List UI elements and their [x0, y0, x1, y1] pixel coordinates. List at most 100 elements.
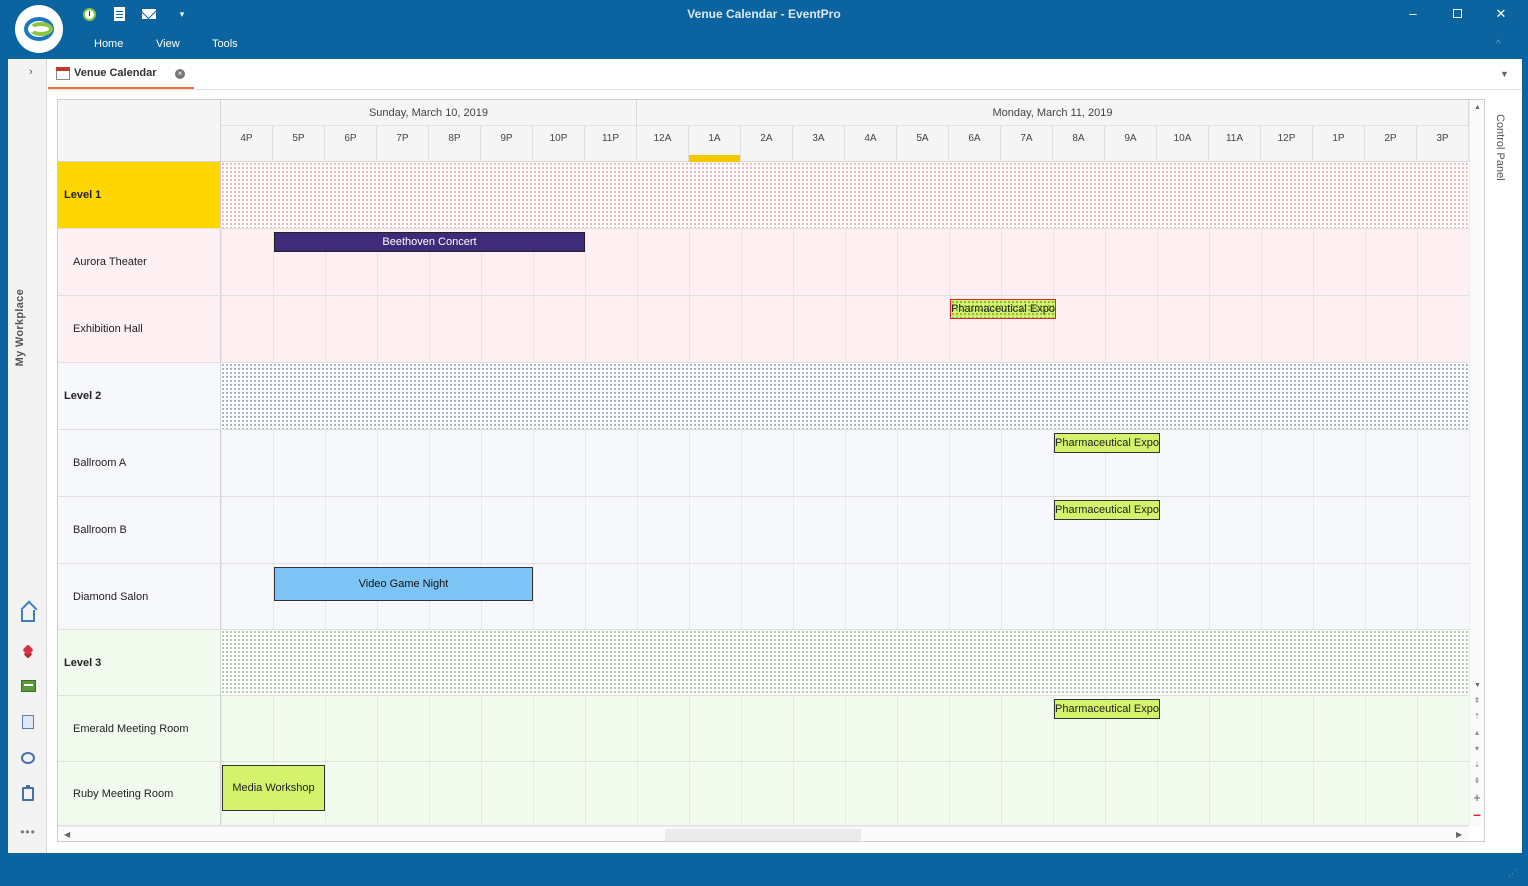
- room-label[interactable]: Aurora Theater: [58, 229, 221, 295]
- timeline-track[interactable]: [221, 497, 1469, 563]
- hour-header-cell: 7A: [1001, 126, 1053, 162]
- home-icon[interactable]: [20, 606, 36, 622]
- timeline-track[interactable]: [221, 630, 1469, 695]
- hour-header-cell: 11A: [1209, 126, 1261, 162]
- hour-header-cell: 1A: [689, 126, 741, 162]
- event-block[interactable]: Beethoven Concert: [274, 232, 585, 252]
- card-icon[interactable]: [20, 678, 36, 694]
- room-label[interactable]: Ballroom A: [58, 430, 221, 496]
- timeline-track[interactable]: [221, 762, 1469, 825]
- page-up-icon[interactable]: ⇡: [1469, 712, 1484, 721]
- status-bar: ⋰: [0, 853, 1528, 886]
- hour-header: 4P 5P 6P 7P 8P 9P 10P 11P 12A 1A 2A 3A 4A 5A 6A 7A 8A 9A 1…: [221, 126, 1469, 162]
- timeline-track[interactable]: [221, 430, 1469, 496]
- tab-divider: [48, 89, 1522, 90]
- scheduler-corner: [58, 100, 221, 162]
- hour-header-cell: 11P: [585, 126, 637, 162]
- room-row: Emerald Meeting Room: [58, 696, 1469, 762]
- event-block[interactable]: Pharmaceutical Expo: [1054, 433, 1160, 453]
- room-row: Aurora Theater: [58, 229, 1469, 296]
- logo-swoosh-icon: [29, 22, 53, 36]
- control-panel-tab[interactable]: Control Panel: [1486, 100, 1516, 830]
- hour-header-cell: 7P: [377, 126, 429, 162]
- last-page-icon[interactable]: ⇟: [1469, 776, 1484, 785]
- more-icon[interactable]: •••: [20, 824, 36, 840]
- line-up-icon[interactable]: ▴: [1469, 728, 1484, 737]
- timeline-track[interactable]: [221, 296, 1469, 362]
- scroll-left-icon[interactable]: ◀: [64, 830, 70, 839]
- level-label[interactable]: Level 2: [58, 363, 221, 429]
- date-header-cell: Sunday, March 10, 2019: [221, 100, 637, 126]
- hour-header-cell: 8P: [429, 126, 481, 162]
- hour-header-cell: 6A: [949, 126, 1001, 162]
- event-block[interactable]: Media Workshop: [222, 765, 325, 811]
- horizontal-scrollbar[interactable]: ◀ ▶: [58, 826, 1469, 841]
- timeline-track[interactable]: [221, 696, 1469, 761]
- room-label[interactable]: Diamond Salon: [58, 564, 221, 629]
- pin-icon[interactable]: [20, 642, 36, 658]
- event-block[interactable]: Video Game Night: [274, 567, 533, 601]
- line-down-icon[interactable]: ▾: [1469, 744, 1484, 753]
- room-label[interactable]: Ballroom B: [58, 497, 221, 563]
- zoom-in-button[interactable]: +: [1469, 790, 1484, 805]
- control-panel-label: Control Panel: [1494, 114, 1506, 181]
- tab-label: Venue Calendar: [74, 67, 157, 79]
- venue-scheduler: Sunday, March 10, 2019 Monday, March 11, …: [57, 99, 1485, 842]
- hour-header-cell: 10A: [1157, 126, 1209, 162]
- hour-header-cell: 9P: [481, 126, 533, 162]
- date-header-cell: Monday, March 11, 2019: [637, 100, 1469, 126]
- room-row: Ballroom A: [58, 430, 1469, 497]
- tab-list-dropdown-icon[interactable]: ▼: [1500, 69, 1509, 79]
- chat-icon[interactable]: [20, 750, 36, 766]
- level-label[interactable]: Level 1: [58, 162, 221, 228]
- ribbon-collapse-icon[interactable]: ^: [1496, 39, 1501, 50]
- horizontal-scroll-thumb[interactable]: [665, 829, 861, 841]
- hour-header-cell: 1P: [1313, 126, 1365, 162]
- page-down-icon[interactable]: ⇣: [1469, 760, 1484, 769]
- minimize-button[interactable]: –: [1398, 4, 1428, 24]
- hour-header-cell: 8A: [1053, 126, 1105, 162]
- resize-grip-icon[interactable]: ⋰: [1508, 868, 1518, 878]
- workplace-sidebar: › My Workplace •••: [8, 59, 47, 853]
- vertical-scroll-thumb[interactable]: [1472, 116, 1482, 676]
- hour-gridlines: [221, 296, 1469, 362]
- scroll-right-icon[interactable]: ▶: [1456, 830, 1462, 839]
- hour-header-cell: 3A: [793, 126, 845, 162]
- timeline-track[interactable]: [221, 363, 1469, 429]
- my-workplace-label[interactable]: My Workplace: [14, 289, 26, 366]
- close-tab-button[interactable]: ×: [175, 69, 185, 79]
- menu-home[interactable]: Home: [94, 38, 123, 50]
- event-block[interactable]: Pharmaceutical Expo: [1054, 500, 1160, 520]
- scroll-up-icon[interactable]: ▲: [1474, 104, 1481, 111]
- menu-view[interactable]: View: [156, 38, 180, 50]
- scroll-down-icon[interactable]: ▼: [1474, 682, 1481, 689]
- room-label[interactable]: Emerald Meeting Room: [58, 696, 221, 761]
- zoom-out-button[interactable]: –: [1469, 806, 1484, 822]
- menu-tools[interactable]: Tools: [212, 38, 238, 50]
- maximize-button[interactable]: [1442, 4, 1472, 24]
- hour-gridlines: [221, 762, 1469, 825]
- hour-gridlines: [221, 497, 1469, 563]
- hour-header-cell: 12P: [1261, 126, 1313, 162]
- event-block[interactable]: Pharmaceutical Expo: [1054, 699, 1160, 719]
- room-label[interactable]: Exhibition Hall: [58, 296, 221, 362]
- room-row: Exhibition Hall: [58, 296, 1469, 363]
- timeline-track[interactable]: [221, 162, 1469, 228]
- event-block[interactable]: Pharmaceutical Expo: [950, 299, 1056, 319]
- level-label[interactable]: Level 3: [58, 630, 221, 695]
- hour-header-cell: 4P: [221, 126, 273, 162]
- hour-header-cell: 5P: [273, 126, 325, 162]
- first-page-icon[interactable]: ⇞: [1469, 696, 1484, 705]
- tab-venue-calendar[interactable]: Venue Calendar ×: [48, 59, 194, 89]
- people-icon[interactable]: [20, 714, 36, 730]
- close-button[interactable]: ✕: [1486, 4, 1516, 24]
- room-label[interactable]: Ruby Meeting Room: [58, 762, 221, 825]
- date-header: Sunday, March 10, 2019 Monday, March 11, …: [221, 100, 1469, 126]
- level-row: Level 2: [58, 363, 1469, 430]
- resource-rows: Level 1 Aurora Theater Exhibition Hall Leve…: [58, 162, 1469, 826]
- hour-header-cell: 2P: [1365, 126, 1417, 162]
- level-row: Level 1: [58, 162, 1469, 229]
- expand-sidebar-button[interactable]: ›: [29, 66, 33, 78]
- clipboard-icon[interactable]: [20, 785, 36, 802]
- hour-header-cell: 12A: [637, 126, 689, 162]
